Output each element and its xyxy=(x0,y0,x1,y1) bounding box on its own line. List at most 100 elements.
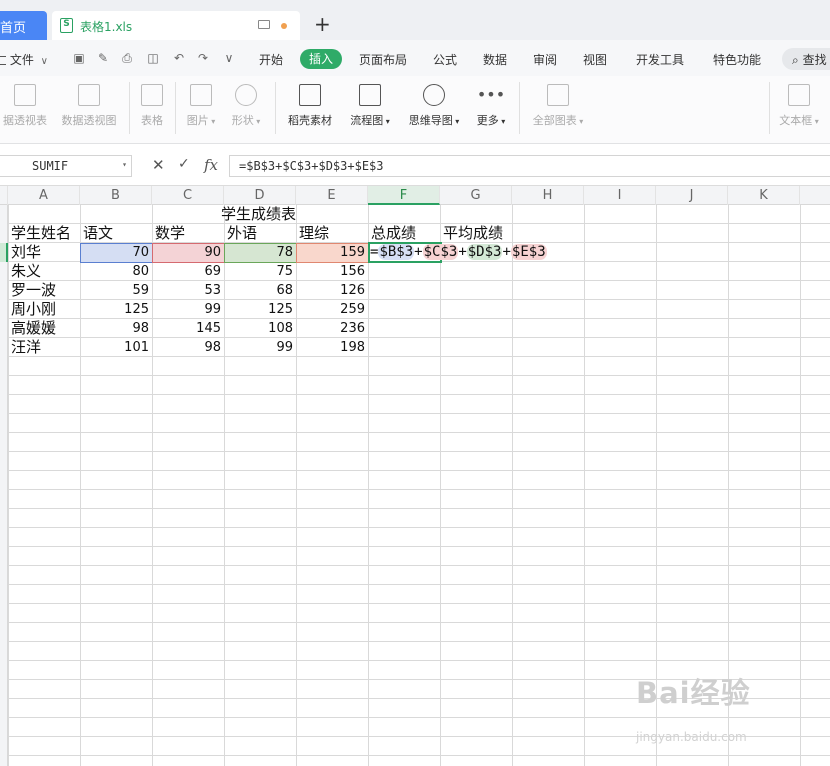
row-header-strip[interactable] xyxy=(0,205,8,766)
cell-chinese[interactable]: 101 xyxy=(80,338,152,357)
cell-chinese[interactable]: 80 xyxy=(80,262,152,281)
header-cell-science[interactable]: 理综 xyxy=(296,224,368,243)
cell-name[interactable]: 朱义 xyxy=(8,262,80,281)
cell-foreign[interactable]: 78 xyxy=(224,243,296,262)
customize-chevron-icon[interactable]: ∨ xyxy=(222,51,236,65)
save-icon[interactable]: ▣ xyxy=(72,51,86,65)
name-box[interactable]: SUMIF ▾ xyxy=(0,155,132,177)
picture-button[interactable]: 图片 ▾ xyxy=(183,84,219,128)
flowchart-button[interactable]: 流程图 ▾ xyxy=(346,84,394,128)
cell-science[interactable]: 259 xyxy=(296,300,368,319)
column-header-i[interactable]: I xyxy=(584,186,656,205)
header-cell-name[interactable]: 学生姓名 xyxy=(8,224,80,243)
material-button[interactable]: 稻壳素材 xyxy=(284,84,336,128)
shape-label: 形状 xyxy=(231,114,254,127)
table-button[interactable]: 表格 xyxy=(137,84,167,128)
add-tab-button[interactable]: + xyxy=(314,14,331,34)
more-button[interactable]: ••• 更多 ▾ xyxy=(472,84,510,128)
chevron-down-icon[interactable]: ▾ xyxy=(122,160,127,169)
cell-name[interactable]: 周小刚 xyxy=(8,300,80,319)
cell-name[interactable]: 高媛媛 xyxy=(8,319,80,338)
menu-item-formulas[interactable]: 公式 xyxy=(433,51,457,68)
cell-chinese[interactable]: 98 xyxy=(80,319,152,338)
search-button[interactable]: ⌕ 查找 xyxy=(782,48,830,70)
column-header-e[interactable]: E xyxy=(296,186,368,205)
redo-icon[interactable]: ↷ xyxy=(196,51,210,65)
cell-science[interactable]: 236 xyxy=(296,319,368,338)
pivot-chart-label: 数据透视图 xyxy=(61,114,117,127)
tab-file-label: 表格1.xls xyxy=(80,20,133,34)
cell-math[interactable]: 99 xyxy=(152,300,224,319)
mindmap-button[interactable]: 思维导图 ▾ xyxy=(404,84,464,128)
cell-math[interactable]: 98 xyxy=(152,338,224,357)
textbox-button[interactable]: 文本框 ▾ xyxy=(776,84,822,128)
cell-foreign[interactable]: 99 xyxy=(224,338,296,357)
select-all-corner[interactable] xyxy=(0,186,8,205)
cell-chinese[interactable]: 125 xyxy=(80,300,152,319)
cell-science[interactable]: 159 xyxy=(296,243,368,262)
cell-science[interactable]: 156 xyxy=(296,262,368,281)
menu-item-insert[interactable]: 插入 xyxy=(300,49,342,69)
column-header-h[interactable]: H xyxy=(512,186,584,205)
menu-item-view[interactable]: 视图 xyxy=(583,51,607,68)
cell-math[interactable]: 53 xyxy=(152,281,224,300)
insert-function-button[interactable]: fx xyxy=(204,156,218,174)
pivot-table-button[interactable]: 据透视表 xyxy=(0,84,50,128)
menu-item-start[interactable]: 开始 xyxy=(259,51,283,68)
undo-icon[interactable]: ↶ xyxy=(172,51,186,65)
shape-button[interactable]: 形状 ▾ xyxy=(228,84,264,128)
header-cell-foreign[interactable]: 外语 xyxy=(224,224,296,243)
file-menu-button[interactable]: 文件 ∨ xyxy=(0,51,48,68)
cell-math[interactable]: 145 xyxy=(152,319,224,338)
cell-math[interactable]: 69 xyxy=(152,262,224,281)
menu-item-review[interactable]: 审阅 xyxy=(533,51,557,68)
header-cell-chinese[interactable]: 语文 xyxy=(80,224,152,243)
menu-item-developer[interactable]: 开发工具 xyxy=(636,51,684,68)
column-header-a[interactable]: A xyxy=(8,186,80,205)
search-label: 查找 xyxy=(802,53,827,67)
tab-file[interactable]: S 表格1.xls xyxy=(52,11,300,40)
tab-home[interactable]: 首页 xyxy=(0,11,47,40)
column-header-c[interactable]: C xyxy=(152,186,224,205)
picture-label: 图片 xyxy=(186,114,209,127)
cell-chinese[interactable]: 59 xyxy=(80,281,152,300)
print-preview-icon[interactable]: ◫ xyxy=(146,51,160,65)
all-charts-label: 全部图表 xyxy=(532,114,577,127)
print-icon[interactable]: ⎙ xyxy=(120,51,134,65)
pivot-chart-button[interactable]: 数据透视图 xyxy=(58,84,120,128)
sheet-title[interactable]: 学生成绩表 xyxy=(221,205,296,224)
in-cell-formula-editor[interactable]: =$B$3+$C$3+$D$3+$E$3 xyxy=(370,243,547,262)
cell-foreign[interactable]: 75 xyxy=(224,262,296,281)
monitor-icon[interactable] xyxy=(258,20,270,29)
formula-input[interactable]: =$B$3+$C$3+$D$3+$E$3 xyxy=(229,155,830,177)
column-header-b[interactable]: B xyxy=(80,186,152,205)
cell-math[interactable]: 90 xyxy=(152,243,224,262)
format-painter-icon[interactable]: ✎ xyxy=(96,51,110,65)
menu-item-data[interactable]: 数据 xyxy=(483,51,507,68)
cell-foreign[interactable]: 125 xyxy=(224,300,296,319)
cell-chinese[interactable]: 70 xyxy=(80,243,152,262)
header-cell-math[interactable]: 数学 xyxy=(152,224,224,243)
all-charts-button[interactable]: 全部图表 ▾ xyxy=(528,84,588,128)
cell-name[interactable]: 罗一波 xyxy=(8,281,80,300)
cell-name[interactable]: 刘华 xyxy=(8,243,80,262)
header-cell-average[interactable]: 平均成绩 xyxy=(440,224,512,243)
header-cell-total[interactable]: 总成绩 xyxy=(368,224,440,243)
name-box-value: SUMIF xyxy=(32,159,69,173)
column-header-g[interactable]: G xyxy=(440,186,512,205)
cell-science[interactable]: 126 xyxy=(296,281,368,300)
cell-foreign[interactable]: 68 xyxy=(224,281,296,300)
cell-foreign[interactable]: 108 xyxy=(224,319,296,338)
cell-science[interactable]: 198 xyxy=(296,338,368,357)
column-header-k[interactable]: K xyxy=(728,186,800,205)
menu-item-page-layout[interactable]: 页面布局 xyxy=(359,51,407,68)
cancel-icon[interactable]: ✕ xyxy=(152,156,165,174)
column-header-d[interactable]: D xyxy=(224,186,296,205)
cell-name[interactable]: 汪洋 xyxy=(8,338,80,357)
column-header-j[interactable]: J xyxy=(656,186,728,205)
column-header-f[interactable]: F xyxy=(368,186,440,205)
more-label: 更多 xyxy=(476,114,499,127)
flowchart-icon xyxy=(359,84,381,106)
menu-item-special[interactable]: 特色功能 xyxy=(713,51,761,68)
check-icon[interactable]: ✓ xyxy=(178,156,190,172)
